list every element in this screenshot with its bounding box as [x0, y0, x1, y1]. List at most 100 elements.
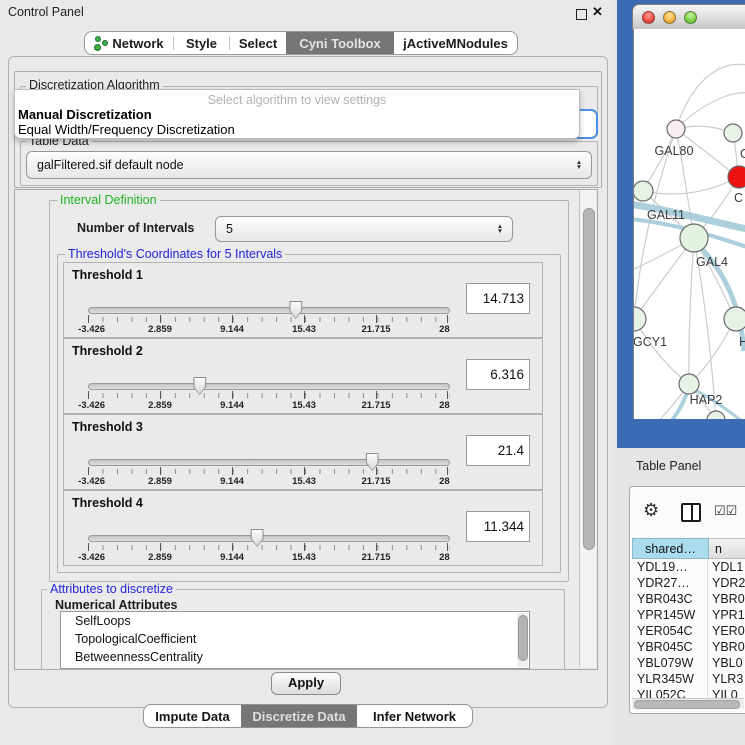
node-label: G: [740, 147, 745, 161]
slider-track[interactable]: [88, 307, 450, 314]
scrollbar-thumb[interactable]: [634, 700, 740, 709]
network-icon: [94, 36, 107, 50]
node-label: GAL11: [647, 208, 685, 222]
threshold-3-value-field[interactable]: 21.4: [466, 435, 530, 466]
table-panel-title: Table Panel: [636, 459, 701, 473]
float-window-icon[interactable]: [576, 9, 587, 20]
tab-network[interactable]: Network: [85, 32, 173, 54]
table-data-combobox[interactable]: galFiltered.sif default node ▲▼: [26, 151, 592, 179]
list-item[interactable]: TopologicalCoefficient: [61, 630, 529, 648]
gear-icon[interactable]: ⚙: [643, 501, 659, 519]
tab-select[interactable]: Select: [230, 32, 286, 54]
slider-ticks: [88, 545, 450, 550]
table-row[interactable]: YLR345WYLR3: [632, 671, 745, 687]
algorithm-hint: Select algorithm to view settings: [15, 93, 579, 107]
threshold-4-label: Threshold 4: [72, 496, 143, 510]
threshold-3-box: Threshold 3 -3.4262.859 9.14415.43 21.71…: [63, 414, 543, 490]
node-highlighted-red[interactable]: [728, 166, 745, 188]
tab-network-label: Network: [112, 36, 163, 51]
threshold-2-slider[interactable]: -3.4262.859 9.14415.43 21.71528: [88, 375, 448, 411]
minimize-traffic-light[interactable]: [663, 11, 676, 24]
table-row[interactable]: YBR043CYBR0: [632, 591, 745, 607]
threshold-3-slider[interactable]: -3.4262.859 9.14415.43 21.71528: [88, 451, 448, 487]
option-manual-discretization[interactable]: Manual Discretization: [18, 107, 152, 122]
bottom-tab-bar: Impute Data Discretize Data Infer Networ…: [143, 704, 473, 728]
table-row[interactable]: YER054CYER0: [632, 623, 745, 639]
threshold-4-box: Threshold 4 -3.4262.859 9.14415.43 21.71…: [63, 490, 543, 566]
close-icon[interactable]: ✕: [592, 4, 603, 20]
network-canvas[interactable]: GAL80 GAL11 GAL4 GCY1 HAP2 G C H: [633, 29, 745, 419]
network-window-titlebar[interactable]: [632, 4, 745, 30]
tab-jactivemnodules[interactable]: jActiveMNodules: [394, 32, 517, 54]
tab-infer-network[interactable]: Infer Network: [357, 705, 472, 727]
threshold-2-label: Threshold 2: [72, 344, 143, 358]
list-scrollbar[interactable]: [517, 613, 528, 667]
threshold-2-value-field[interactable]: 6.316: [466, 359, 530, 390]
app-root: Control Panel ✕ Network Style Select Cyn…: [0, 0, 745, 745]
table-row[interactable]: YDL19…YDL1: [632, 559, 745, 575]
interval-group-title: Interval Definition: [57, 194, 160, 207]
tab-cyni-toolbox[interactable]: Cyni Toolbox: [286, 32, 394, 54]
threshold-1-label: Threshold 1: [72, 268, 143, 282]
threshold-3-label: Threshold 3: [72, 420, 143, 434]
slider-ticks: [88, 317, 450, 322]
settings-scrollbar[interactable]: [579, 190, 596, 667]
node-label: GAL80: [655, 144, 694, 158]
attributes-list[interactable]: SelfLoops TopologicalCoefficient Between…: [60, 611, 530, 669]
select-columns-icon[interactable]: ☑☑: [714, 503, 737, 519]
numerical-attributes-label: Numerical Attributes: [55, 598, 177, 612]
threshold-1-value-field[interactable]: 14.713: [466, 283, 530, 314]
node-label: H: [739, 335, 745, 349]
table-rows: YDL19…YDL1 YDR27…YDR2 YBR043CYBR0 YPR145…: [632, 559, 745, 698]
table-row[interactable]: YBR045CYBR0: [632, 639, 745, 655]
tab-discretize-data[interactable]: Discretize Data: [241, 705, 357, 727]
table-header: shared… n: [632, 538, 745, 559]
tab-impute-data[interactable]: Impute Data: [144, 705, 241, 727]
table-row[interactable]: YIL052CYIL0: [632, 687, 745, 698]
split-view-icon[interactable]: [681, 503, 701, 522]
column-header-name[interactable]: n: [709, 538, 745, 559]
slider-ticks: [88, 393, 450, 398]
node-label: HAP2: [690, 393, 723, 407]
close-traffic-light[interactable]: [642, 11, 655, 24]
num-intervals-combobox[interactable]: 5 ▲▼: [215, 216, 513, 242]
threshold-4-slider[interactable]: -3.4262.859 9.14415.43 21.71528: [88, 527, 448, 563]
scrollbar-thumb[interactable]: [583, 208, 595, 550]
node-gcy1[interactable]: [634, 307, 646, 331]
node-label: C: [734, 191, 743, 205]
threshold-1-box: Threshold 1 -3.4262.859 9.14415.43 21.71…: [63, 262, 543, 338]
table-horizontal-scrollbar[interactable]: [632, 698, 744, 709]
node-h-partial[interactable]: [724, 307, 745, 331]
table-row[interactable]: YDR27…YDR2: [632, 575, 745, 591]
threshold-1-slider[interactable]: -3.4262.859 9.14415.43 21.71528: [88, 299, 448, 335]
thresholds-group-title: Threshold's Coordinates for 5 Intervals: [65, 248, 285, 261]
table-row[interactable]: YBL079WYBL0: [632, 655, 745, 671]
tab-impute-label: Impute Data: [155, 709, 229, 724]
node-hap2[interactable]: [679, 374, 699, 394]
zoom-traffic-light[interactable]: [684, 11, 697, 24]
tab-style[interactable]: Style: [174, 32, 229, 54]
attributes-group-title: Attributes to discretize: [47, 583, 176, 596]
apply-button[interactable]: Apply: [271, 672, 341, 695]
tab-discretize-label: Discretize Data: [252, 709, 345, 724]
stepper-icon: ▲▼: [493, 224, 507, 234]
top-tab-bar: Network Style Select Cyni Toolbox jActiv…: [84, 31, 518, 55]
slider-ticks: [88, 469, 450, 474]
node-gal4[interactable]: [680, 224, 708, 252]
column-header-shared-name[interactable]: shared…: [632, 538, 709, 559]
node-partial-top[interactable]: [724, 124, 742, 142]
slider-track[interactable]: [88, 459, 450, 466]
table-row[interactable]: YPR145WYPR1: [632, 607, 745, 623]
node-gal11[interactable]: [634, 181, 653, 201]
slider-track[interactable]: [88, 383, 450, 390]
node-label: GCY1: [634, 335, 667, 349]
node-gal80[interactable]: [667, 120, 685, 138]
option-equal-width-frequency[interactable]: Equal Width/Frequency Discretization: [18, 122, 235, 137]
num-intervals-label: Number of Intervals: [77, 221, 194, 235]
list-item[interactable]: BetweennessCentrality: [61, 648, 529, 666]
slider-track[interactable]: [88, 535, 450, 542]
stepper-icon: ▲▼: [572, 160, 586, 170]
algorithm-dropdown: Select algorithm to view settings Manual…: [14, 89, 580, 139]
threshold-4-value-field[interactable]: 11.344: [466, 511, 530, 542]
list-item[interactable]: SelfLoops: [61, 612, 529, 630]
